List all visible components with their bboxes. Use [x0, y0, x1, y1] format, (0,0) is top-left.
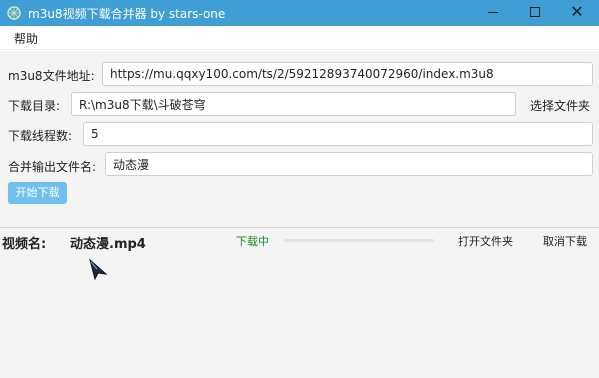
- download-form: m3u8文件地址: 下载目录: 选择文件夹 下载线程数: 合并输出文件名: 开始…: [0, 51, 599, 227]
- title-bar: m3u8视频下载合并器 by stars-one ✕: [0, 0, 599, 26]
- dir-label: 下载目录:: [8, 99, 61, 113]
- open-folder-button[interactable]: 打开文件夹: [458, 233, 513, 249]
- download-status: 下载中: [236, 235, 269, 248]
- url-label: m3u8文件地址:: [8, 69, 95, 83]
- url-input[interactable]: [102, 62, 593, 86]
- output-label: 合并输出文件名:: [8, 160, 97, 174]
- close-icon: ✕: [570, 2, 584, 21]
- menu-bar: 帮助: [0, 26, 599, 50]
- window-title: m3u8视频下载合并器 by stars-one: [28, 7, 226, 21]
- output-name-input[interactable]: [105, 152, 593, 176]
- dir-input[interactable]: [71, 92, 516, 116]
- download-task-list: 视频名: 动态漫.mp4 下载中 打开文件夹 取消下载: [0, 228, 599, 378]
- choose-folder-button[interactable]: 选择文件夹: [530, 97, 590, 114]
- threads-input[interactable]: [83, 122, 593, 146]
- menu-help[interactable]: 帮助: [6, 30, 46, 47]
- minimize-icon: [488, 11, 498, 13]
- maximize-button[interactable]: [514, 0, 556, 26]
- video-file-name: 动态漫.mp4: [70, 237, 146, 252]
- mouse-cursor-icon: [89, 258, 108, 280]
- minimize-button[interactable]: [472, 0, 514, 26]
- start-download-button[interactable]: 开始下载: [8, 182, 67, 204]
- cancel-download-button[interactable]: 取消下载: [543, 233, 587, 249]
- progress-bar: [284, 239, 434, 242]
- threads-label: 下载线程数:: [8, 129, 73, 143]
- close-button[interactable]: ✕: [556, 0, 598, 26]
- video-name-label: 视频名:: [2, 237, 47, 252]
- maximize-icon: [530, 7, 540, 17]
- app-logo-icon: [7, 6, 21, 20]
